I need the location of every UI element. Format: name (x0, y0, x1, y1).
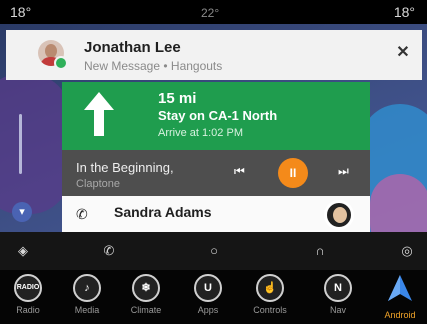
apps-icon: U (194, 274, 222, 302)
dock-label: Nav (329, 305, 346, 315)
passenger-temperature[interactable]: 18° (394, 4, 415, 20)
artist-name: Claptone (76, 178, 121, 190)
skip-previous-icon[interactable]: ⏮ (234, 164, 245, 179)
dock-label: Android (384, 310, 416, 320)
call-contact-name: Sandra Adams (114, 204, 212, 220)
contact-avatar (324, 200, 354, 230)
dock-apps[interactable]: U Apps (188, 274, 228, 315)
nav-instruction: Stay on CA-1 North (158, 108, 278, 123)
wallpaper-shape (0, 74, 70, 214)
home-icon[interactable]: ○ (205, 242, 223, 260)
scrollbar[interactable] (19, 114, 22, 174)
straight-arrow-icon (84, 92, 114, 136)
skip-next-icon[interactable]: ⏭ (338, 164, 349, 179)
notification-sender: Jonathan Lee (84, 39, 181, 56)
scroll-down-button[interactable]: ▾ (12, 202, 32, 222)
uconnect-dock: RADIO Radio ♪ Media ❄ Climate U Apps ☝ C… (0, 270, 427, 324)
outside-temperature: 22° (201, 6, 220, 20)
dock-media[interactable]: ♪ Media (67, 274, 107, 315)
media-icon: ♪ (73, 274, 101, 302)
dock-nav[interactable]: N Nav (318, 274, 358, 315)
message-notification[interactable]: Jonathan Lee New Message • Hangouts ✕ (6, 30, 422, 80)
status-bar: 18° 22° 18° (0, 0, 427, 24)
android-auto-nav-bar: ◈ ✆ ○ ∩ ◎ (0, 232, 427, 270)
close-icon[interactable]: ✕ (394, 44, 412, 62)
nav-icon: N (324, 274, 352, 302)
navigation-icon[interactable]: ◈ (14, 242, 32, 260)
phone-icon: ✆ (76, 206, 88, 222)
dock-radio[interactable]: RADIO Radio (8, 274, 48, 315)
phone-icon[interactable]: ✆ (100, 242, 118, 260)
media-card[interactable]: In the Beginning, Claptone ⏮ II ⏭ (62, 150, 370, 196)
dock-label: Controls (253, 305, 287, 315)
dock-climate[interactable]: ❄ Climate (126, 274, 166, 315)
radio-icon: RADIO (14, 274, 42, 302)
call-card[interactable]: ✆ Sandra Adams (62, 196, 370, 232)
dock-label: Climate (130, 305, 162, 315)
climate-icon: ❄ (132, 274, 160, 302)
dock-controls[interactable]: ☝ Controls (250, 274, 290, 315)
nav-distance: 15 mi (158, 90, 197, 107)
controls-icon: ☝ (256, 274, 284, 302)
nav-arrival-time: Arrive at 1:02 PM (158, 127, 243, 139)
hangouts-icon (54, 56, 68, 70)
exit-icon[interactable]: ◎ (398, 242, 416, 260)
navigation-card[interactable]: 15 mi Stay on CA-1 North Arrive at 1:02 … (62, 82, 370, 150)
headphones-icon[interactable]: ∩ (311, 242, 329, 260)
dock-label: Apps (197, 305, 219, 315)
dock-label: Radio (16, 305, 40, 315)
pause-button[interactable]: II (278, 158, 308, 188)
notification-subtitle: New Message • Hangouts (84, 59, 223, 73)
driver-temperature[interactable]: 18° (10, 4, 31, 20)
android-auto-icon (388, 275, 412, 301)
song-title: In the Beginning, (76, 160, 174, 175)
dock-android-auto[interactable]: Android (380, 274, 420, 320)
dock-label: Media (74, 305, 100, 315)
